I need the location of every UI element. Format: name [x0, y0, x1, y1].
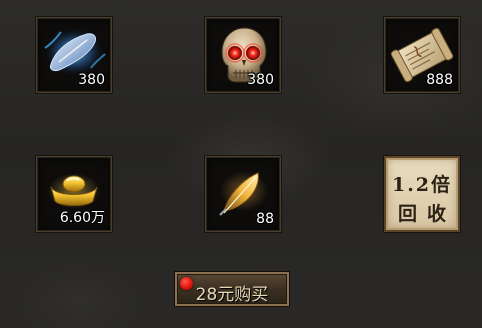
reward-panel: 380 380 888 6.60万 88 1.2倍 回收 28元购买: [0, 0, 482, 328]
reward-slot-crystal[interactable]: 380: [36, 17, 112, 93]
reward-slot-scroll[interactable]: 888: [384, 17, 460, 93]
reward-quantity: 6.60万: [59, 210, 105, 226]
reward-slot-gold-ingot[interactable]: 6.60万: [36, 156, 112, 232]
recycle-multiplier-label: 1.2倍: [391, 174, 453, 196]
purchase-button-label: 28元购买: [195, 285, 269, 305]
reward-quantity: 88: [256, 211, 274, 227]
recycle-label: 回收: [397, 203, 456, 225]
reward-slot-skull[interactable]: 380: [205, 17, 281, 93]
reward-quantity: 888: [426, 72, 453, 88]
recycle-multiplier-button[interactable]: 1.2倍 回收: [384, 156, 460, 232]
purchase-button[interactable]: 28元购买: [175, 272, 289, 306]
reward-quantity: 380: [78, 72, 105, 88]
reward-quantity: 380: [247, 72, 274, 88]
reward-slot-feather[interactable]: 88: [205, 156, 281, 232]
